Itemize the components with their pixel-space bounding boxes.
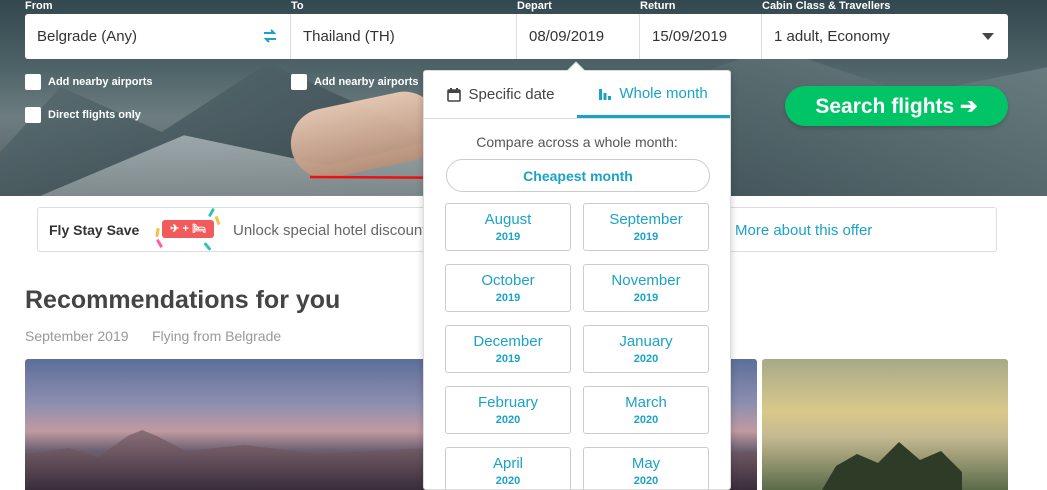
month-year: 2020 bbox=[633, 353, 659, 365]
swap-icon[interactable] bbox=[262, 28, 278, 44]
chevron-down-icon bbox=[982, 33, 994, 40]
depart-field[interactable]: 08/09/2019 bbox=[517, 14, 640, 59]
month-option-february[interactable]: February 2020 bbox=[445, 386, 571, 434]
month-year: 2020 bbox=[495, 475, 521, 487]
confetti-decoration bbox=[203, 242, 212, 251]
month-name: April bbox=[492, 455, 523, 472]
date-picker-popup: Specific date Whole month Compare across… bbox=[423, 61, 731, 490]
direct-flights-label: Direct flights only bbox=[48, 109, 141, 121]
recommendations-month: September 2019 bbox=[25, 328, 129, 344]
direct-flights-checkbox[interactable]: Direct flights only bbox=[25, 107, 141, 123]
month-year: 2019 bbox=[633, 231, 659, 243]
month-name: October bbox=[481, 272, 535, 289]
checkbox-box[interactable] bbox=[291, 74, 307, 90]
banner-title: Fly Stay Save bbox=[49, 222, 140, 238]
month-year: 2020 bbox=[633, 414, 659, 426]
month-option-september[interactable]: September 2019 bbox=[583, 203, 709, 251]
month-option-march[interactable]: March 2020 bbox=[583, 386, 709, 434]
nearby-to-label: Add nearby airports bbox=[314, 76, 419, 88]
month-name: December bbox=[473, 333, 543, 350]
return-label: Return bbox=[640, 0, 676, 12]
date-mode-tabs: Specific date Whole month bbox=[424, 71, 730, 119]
month-year: 2020 bbox=[633, 475, 659, 487]
tab-whole-month[interactable]: Whole month bbox=[577, 71, 730, 118]
flight-hotel-badge: ✈ + 🛏 bbox=[162, 220, 214, 238]
tab-whole-month-label: Whole month bbox=[619, 84, 708, 102]
confetti-decoration bbox=[155, 238, 164, 249]
month-name: May bbox=[631, 455, 661, 472]
month-name: February bbox=[477, 394, 539, 411]
recommendations-origin: Flying from Belgrade bbox=[152, 328, 282, 344]
nearby-to-checkbox[interactable]: Add nearby airports bbox=[291, 74, 419, 90]
tab-specific-date[interactable]: Specific date bbox=[424, 71, 577, 118]
palm-tree-image bbox=[822, 442, 962, 490]
to-value: Thailand (TH) bbox=[303, 28, 395, 45]
return-value: 15/09/2019 bbox=[652, 28, 728, 45]
confetti-decoration bbox=[155, 227, 160, 238]
compare-text: Compare across a whole month: bbox=[476, 134, 678, 150]
month-year: 2019 bbox=[495, 353, 521, 365]
month-name: September bbox=[609, 211, 683, 228]
month-year: 2019 bbox=[495, 292, 521, 304]
month-year: 2019 bbox=[633, 292, 659, 304]
more-about-offer-link[interactable]: More about this offer bbox=[735, 222, 872, 239]
month-option-may[interactable]: May 2020 bbox=[583, 447, 709, 490]
month-option-april[interactable]: April 2020 bbox=[445, 447, 571, 490]
month-option-january[interactable]: January 2020 bbox=[583, 325, 709, 373]
to-field[interactable]: Thailand (TH) bbox=[291, 14, 517, 59]
nearby-from-checkbox[interactable]: Add nearby airports bbox=[25, 74, 153, 90]
cheapest-month-button[interactable]: Cheapest month bbox=[446, 159, 710, 192]
search-form: Belgrade (Any) Thailand (TH) 08/09/2019 … bbox=[25, 14, 1008, 59]
search-flights-button[interactable]: Search flights ➔ bbox=[785, 86, 1008, 126]
confetti-decoration bbox=[214, 215, 221, 226]
month-year: 2019 bbox=[495, 231, 521, 243]
month-name: August bbox=[484, 211, 532, 228]
month-year: 2020 bbox=[495, 414, 521, 426]
cabin-field[interactable]: 1 adult, Economy bbox=[762, 14, 1008, 59]
cabin-label: Cabin Class & Travellers bbox=[762, 0, 891, 12]
to-label: To bbox=[291, 0, 304, 12]
depart-label: Depart bbox=[517, 0, 552, 12]
recommendations-title: Recommendations for you bbox=[25, 286, 341, 314]
checkbox-box[interactable] bbox=[25, 74, 41, 90]
depart-value: 08/09/2019 bbox=[529, 28, 605, 45]
month-option-december[interactable]: December 2019 bbox=[445, 325, 571, 373]
checkbox-box[interactable] bbox=[25, 107, 41, 123]
month-name: March bbox=[625, 394, 667, 411]
tab-specific-date-label: Specific date bbox=[468, 86, 555, 103]
from-field[interactable]: Belgrade (Any) bbox=[25, 14, 291, 59]
bar-chart-icon bbox=[599, 89, 612, 100]
month-option-august[interactable]: August 2019 bbox=[445, 203, 571, 251]
month-option-october[interactable]: October 2019 bbox=[445, 264, 571, 312]
month-option-november[interactable]: November 2019 bbox=[583, 264, 709, 312]
cabin-value: 1 adult, Economy bbox=[774, 28, 890, 45]
destination-card-coast[interactable] bbox=[762, 359, 1008, 490]
from-value: Belgrade (Any) bbox=[37, 28, 138, 45]
return-field[interactable]: 15/09/2019 bbox=[640, 14, 762, 59]
from-label: From bbox=[25, 0, 53, 12]
nearby-from-label: Add nearby airports bbox=[48, 76, 153, 88]
banner-text: Unlock special hotel discount bbox=[233, 222, 427, 239]
month-name: January bbox=[619, 333, 673, 350]
calendar-icon bbox=[446, 87, 461, 102]
month-name: November bbox=[611, 272, 681, 289]
